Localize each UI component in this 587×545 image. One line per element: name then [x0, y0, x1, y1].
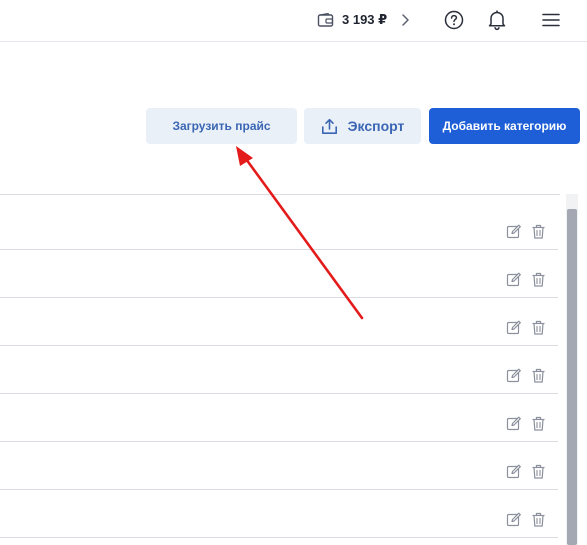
edit-icon[interactable]: [506, 224, 521, 239]
add-category-label: Добавить категорию: [442, 119, 567, 133]
trash-icon[interactable]: [531, 320, 546, 335]
upload-price-label: Загрузить прайс: [172, 119, 271, 133]
export-button[interactable]: Экспорт: [304, 108, 421, 144]
help-button[interactable]: [443, 8, 465, 32]
top-bar: 3 193 ₽: [0, 0, 587, 42]
table-row[interactable]: [0, 250, 558, 298]
balance-amount: 3 193 ₽: [342, 12, 388, 27]
add-category-button[interactable]: Добавить категорию: [429, 108, 580, 144]
bell-icon: [488, 10, 506, 31]
table-row[interactable]: [0, 442, 558, 490]
help-icon: [444, 10, 464, 30]
trash-icon[interactable]: [531, 464, 546, 479]
trash-icon[interactable]: [531, 272, 546, 287]
menu-icon: [542, 13, 560, 27]
table-row[interactable]: [0, 394, 558, 442]
trash-icon[interactable]: [531, 512, 546, 527]
table-row[interactable]: [0, 346, 558, 394]
edit-icon[interactable]: [506, 416, 521, 431]
edit-icon[interactable]: [506, 272, 521, 287]
upload-price-button[interactable]: Загрузить прайс: [146, 108, 297, 144]
table-row[interactable]: [0, 202, 558, 250]
edit-icon[interactable]: [506, 368, 521, 383]
table-row[interactable]: [0, 490, 558, 538]
table-row[interactable]: [0, 298, 558, 346]
trash-icon[interactable]: [531, 368, 546, 383]
export-label: Экспорт: [347, 118, 405, 134]
wallet-icon: [317, 12, 334, 27]
notifications-button[interactable]: [486, 8, 508, 32]
edit-icon[interactable]: [506, 464, 521, 479]
edit-icon[interactable]: [506, 320, 521, 335]
balance-widget[interactable]: 3 193 ₽: [317, 10, 410, 30]
menu-button[interactable]: [540, 8, 562, 32]
scrollbar-thumb[interactable]: [567, 209, 577, 545]
chevron-right-icon[interactable]: [400, 13, 410, 27]
trash-icon[interactable]: [531, 224, 546, 239]
trash-icon[interactable]: [531, 416, 546, 431]
edit-icon[interactable]: [506, 512, 521, 527]
upload-icon: [321, 118, 337, 134]
